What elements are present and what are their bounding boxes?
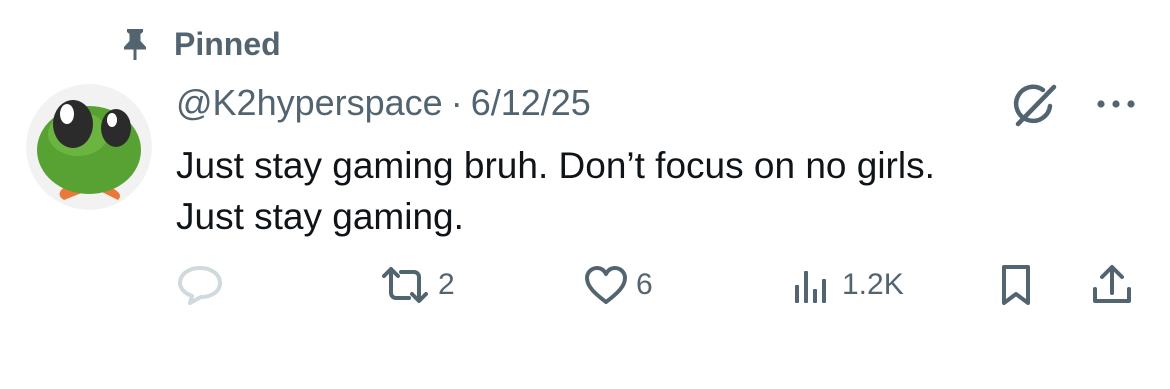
views-icon — [795, 271, 826, 303]
like-button[interactable]: 6 — [584, 262, 653, 308]
more-options-icon[interactable] — [1094, 92, 1138, 116]
pin-icon — [124, 29, 146, 60]
reply-icon — [178, 266, 222, 305]
pinned-indicator: Pinned — [120, 24, 281, 64]
user-handle[interactable]: @K2hyperspace — [176, 82, 443, 124]
tweet-date[interactable]: 6/12/25 — [471, 82, 591, 124]
pinned-label: Pinned — [174, 25, 281, 62]
retweet-icon — [382, 267, 428, 303]
grok-icon[interactable] — [1012, 82, 1058, 128]
tweet-text: Just stay gaming bruh. Don’t focus on no… — [176, 140, 1116, 242]
views-count: 1.2K — [842, 268, 904, 301]
reply-button[interactable] — [176, 262, 224, 308]
retweet-button[interactable]: 2 — [380, 262, 455, 308]
heart-icon — [585, 266, 627, 304]
share-icon — [1093, 265, 1131, 303]
bookmark-icon — [1002, 265, 1030, 305]
tweet-text-line: Just stay gaming. — [176, 196, 464, 237]
tweet-text-line: Just stay gaming bruh. Don’t focus on no… — [176, 145, 935, 186]
tweet-header: @K2hyperspace · 6/12/25 — [176, 80, 591, 126]
separator-dot: · — [450, 82, 463, 123]
like-count: 6 — [636, 268, 653, 301]
retweet-count: 2 — [438, 268, 455, 301]
views-button[interactable]: 1.2K — [790, 262, 904, 308]
avatar[interactable] — [26, 84, 152, 210]
share-button[interactable] — [1090, 262, 1134, 308]
bookmark-button[interactable] — [996, 262, 1036, 308]
